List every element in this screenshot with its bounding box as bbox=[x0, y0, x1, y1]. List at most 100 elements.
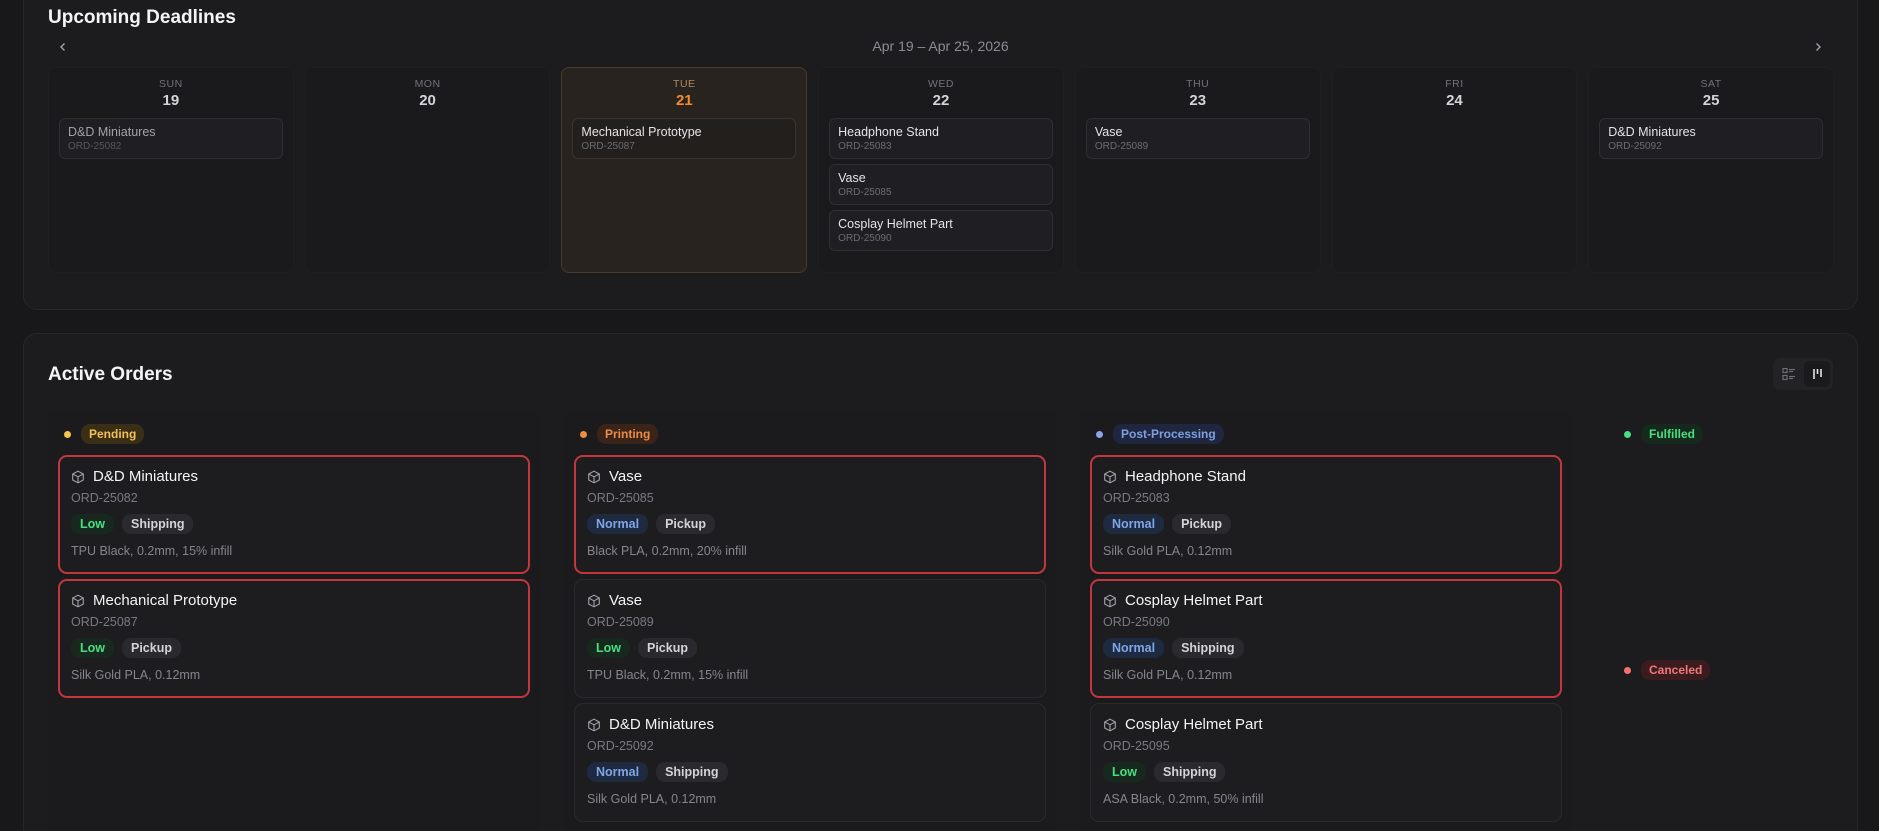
event-order-id: ORD-25090 bbox=[838, 233, 892, 244]
print-spec: Black PLA, 0.2mm, 20% infill bbox=[587, 544, 747, 558]
priority-badge: Normal bbox=[587, 762, 649, 782]
package-icon bbox=[72, 594, 84, 607]
event-order-id: ORD-25082 bbox=[68, 141, 122, 152]
print-spec: Silk Gold PLA, 0.12mm bbox=[71, 668, 201, 682]
order-card[interactable]: Vase ORD-25089 Low Pickup TPU Black, 0.2mm, … bbox=[574, 579, 1046, 698]
day-of-week-label: TUE bbox=[673, 78, 696, 90]
status-dot bbox=[1624, 666, 1631, 674]
order-card[interactable]: Vase ORD-25085 Normal Pickup Black PLA, 0.2m… bbox=[574, 455, 1046, 574]
deadline-event[interactable]: Mechanical Prototype ORD-25087 bbox=[572, 118, 797, 159]
column-header: Post-Processing bbox=[1090, 421, 1562, 447]
order-tags: Low Pickup bbox=[587, 638, 1033, 658]
order-id: ORD-25095 bbox=[1103, 739, 1170, 753]
order-id: ORD-25082 bbox=[71, 491, 138, 505]
priority-badge: Normal bbox=[1103, 514, 1165, 534]
package-icon bbox=[72, 470, 84, 483]
day-events-list: D&D Miniatures ORD-25092 bbox=[1599, 118, 1823, 159]
deadline-event[interactable]: Cosplay Helmet Part ORD-25090 bbox=[829, 210, 1053, 251]
fulfillment-badge: Pickup bbox=[638, 638, 697, 658]
order-tags: Normal Pickup bbox=[1103, 514, 1549, 534]
card-header: Mechanical Prototype bbox=[71, 592, 517, 609]
day-events-list: Vase ORD-25089 bbox=[1085, 118, 1310, 159]
fulfillment-badge: Shipping bbox=[1172, 638, 1244, 658]
day-of-week-label: SUN bbox=[159, 78, 183, 90]
deadline-event[interactable]: Vase ORD-25089 bbox=[1085, 118, 1310, 159]
status-label: Pending bbox=[81, 424, 145, 444]
order-card[interactable]: D&D Miniatures ORD-25092 Normal Shipping Sil… bbox=[574, 703, 1046, 822]
orders-title: Active Orders bbox=[48, 364, 173, 385]
deadline-event[interactable]: D&D Miniatures ORD-25092 bbox=[1599, 118, 1823, 159]
order-title: Cosplay Helmet Part bbox=[1125, 716, 1263, 733]
drop-zone[interactable] bbox=[1596, 455, 1834, 648]
order-card[interactable]: Mechanical Prototype ORD-25087 Low Pickup Si… bbox=[58, 579, 530, 698]
order-tags: Low Pickup bbox=[71, 638, 517, 658]
deadline-event[interactable]: Vase ORD-25085 bbox=[829, 164, 1053, 205]
order-id: ORD-25089 bbox=[587, 615, 654, 629]
list-view-icon bbox=[1782, 367, 1795, 381]
deadline-event[interactable]: D&D Miniatures ORD-25082 bbox=[59, 118, 283, 159]
print-spec: TPU Black, 0.2mm, 15% infill bbox=[587, 668, 749, 682]
fulfillment-badge: Shipping bbox=[122, 514, 194, 534]
column-header: Pending bbox=[58, 421, 530, 447]
package-icon bbox=[588, 718, 600, 731]
chevron-right-icon bbox=[1816, 43, 1821, 51]
column-canceled: Canceled bbox=[1596, 657, 1834, 683]
card-header: Cosplay Helmet Part bbox=[1103, 716, 1549, 733]
status-dot bbox=[1096, 430, 1103, 438]
status-label: Printing bbox=[597, 424, 659, 444]
column-header: Printing bbox=[574, 421, 1046, 447]
status-label: Post-Processing bbox=[1113, 424, 1224, 444]
order-title: Mechanical Prototype bbox=[93, 592, 238, 609]
order-id: ORD-25087 bbox=[71, 615, 138, 629]
column-fulfilled: Fulfilled bbox=[1596, 421, 1834, 648]
event-order-id: ORD-25092 bbox=[1608, 141, 1662, 152]
status-label: Canceled bbox=[1641, 660, 1711, 680]
day-events-list: Mechanical Prototype ORD-25087 bbox=[572, 118, 797, 159]
date-range-label: Apr 19 – Apr 25, 2026 bbox=[872, 38, 1009, 54]
day-number: 20 bbox=[419, 92, 436, 109]
package-icon bbox=[588, 470, 600, 483]
calendar-day-wed: WED 22 Headphone Stand ORD-25083 Vase ORD-250… bbox=[818, 67, 1064, 273]
event-title: Vase bbox=[838, 171, 866, 185]
order-card[interactable]: Cosplay Helmet Part ORD-25090 Normal Shippi… bbox=[1090, 579, 1562, 698]
priority-badge: Normal bbox=[1103, 638, 1165, 658]
status-dot bbox=[64, 430, 71, 438]
column-pending: Pending D&D Miniatures ORD-25082 Low Shippin… bbox=[48, 412, 540, 831]
card-header: Vase bbox=[587, 592, 1033, 609]
next-week-button[interactable] bbox=[1808, 37, 1828, 57]
board-view-icon bbox=[1813, 369, 1822, 379]
event-title: D&D Miniatures bbox=[68, 125, 156, 139]
card-header: D&D Miniatures bbox=[587, 716, 1033, 733]
priority-badge: Normal bbox=[587, 514, 649, 534]
order-title: D&D Miniatures bbox=[93, 468, 199, 485]
event-order-id: ORD-25087 bbox=[581, 141, 635, 152]
view-toggle bbox=[1773, 358, 1833, 390]
day-of-week-label: SAT bbox=[1700, 78, 1722, 90]
status-dot bbox=[580, 430, 587, 438]
list-view-button[interactable] bbox=[1776, 361, 1802, 387]
order-title: Cosplay Helmet Part bbox=[1125, 592, 1263, 609]
day-number: 23 bbox=[1189, 92, 1207, 109]
calendar-day-mon: MON 20 bbox=[304, 67, 551, 273]
print-spec: ASA Black, 0.2mm, 50% infill bbox=[1103, 792, 1264, 806]
event-title: D&D Miniatures bbox=[1608, 125, 1696, 139]
order-id: ORD-25090 bbox=[1103, 615, 1170, 629]
event-order-id: ORD-25089 bbox=[1094, 141, 1149, 152]
order-tags: Normal Shipping bbox=[587, 762, 1033, 782]
day-events-list: Headphone Stand ORD-25083 Vase ORD-25085 Cos… bbox=[829, 118, 1053, 251]
order-id: ORD-25092 bbox=[587, 739, 654, 753]
board-view-button[interactable] bbox=[1804, 361, 1830, 387]
order-card[interactable]: D&D Miniatures ORD-25082 Low Shipping TPU Bl… bbox=[58, 455, 530, 574]
order-card[interactable]: Headphone Stand ORD-25083 Normal Pickup Silk… bbox=[1090, 455, 1562, 574]
order-title: Vase bbox=[609, 468, 643, 485]
upcoming-deadlines-panel: Upcoming Deadlines Apr 19 – Apr 25, 2026… bbox=[23, 0, 1858, 310]
order-card[interactable]: Cosplay Helmet Part ORD-25095 Low Shipping A… bbox=[1090, 703, 1562, 822]
print-spec: TPU Black, 0.2mm, 15% infill bbox=[71, 544, 233, 558]
event-title: Vase bbox=[1094, 125, 1123, 139]
priority-badge: Low bbox=[71, 514, 114, 534]
day-of-week-label: FRI bbox=[1445, 78, 1464, 90]
side-columns: Fulfilled Canceled bbox=[1596, 412, 1834, 831]
card-header: D&D Miniatures bbox=[71, 468, 517, 485]
deadline-event[interactable]: Headphone Stand ORD-25083 bbox=[829, 118, 1053, 159]
day-of-week-label: MON bbox=[414, 78, 441, 90]
